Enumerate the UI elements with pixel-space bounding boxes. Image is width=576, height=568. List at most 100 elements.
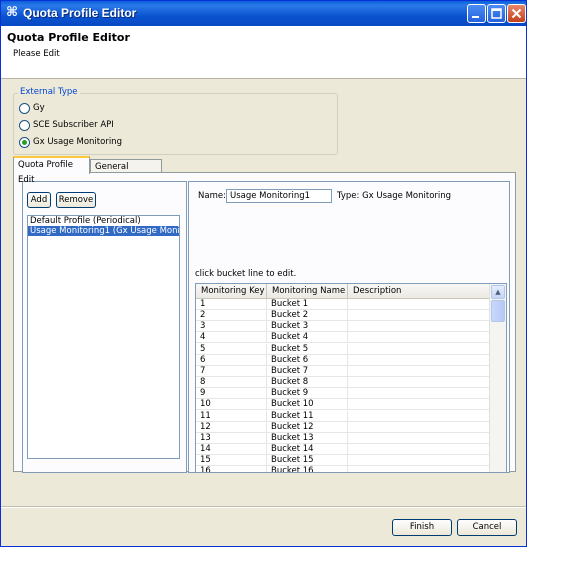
name-input[interactable]: Usage Monitoring1 bbox=[226, 189, 332, 203]
cell-description bbox=[348, 410, 491, 422]
table-row[interactable]: 10 Bucket 10 bbox=[196, 399, 491, 411]
cell-description bbox=[348, 377, 491, 389]
cell-monitoring-name: Bucket 5 bbox=[267, 343, 348, 355]
cell-monitoring-key: 16 bbox=[196, 466, 267, 472]
table-row[interactable]: 8 Bucket 8 bbox=[196, 377, 491, 389]
cell-description bbox=[348, 443, 491, 455]
cell-monitoring-name: Bucket 7 bbox=[267, 365, 348, 377]
header-title: Quota Profile Editor bbox=[7, 31, 130, 44]
cell-monitoring-name: Bucket 2 bbox=[267, 310, 348, 322]
profiles-panel: Add Remove Default Profile (Periodical) … bbox=[22, 181, 187, 473]
cell-description bbox=[348, 354, 491, 366]
radio-sce-subscriber-api[interactable]: SCE Subscriber API bbox=[19, 119, 114, 131]
cell-monitoring-name: Bucket 1 bbox=[267, 299, 348, 310]
profile-editor-panel: Name: Usage Monitoring1 Type: Gx Usage M… bbox=[188, 181, 510, 473]
scroll-thumb[interactable] bbox=[491, 300, 505, 322]
cell-monitoring-key: 1 bbox=[196, 299, 267, 310]
footer-separator bbox=[1, 506, 526, 508]
cell-description bbox=[348, 332, 491, 344]
table-row[interactable]: 13 Bucket 13 bbox=[196, 432, 491, 444]
table-row[interactable]: 12 Bucket 12 bbox=[196, 421, 491, 433]
cell-description bbox=[348, 466, 491, 472]
cell-monitoring-key: 11 bbox=[196, 410, 267, 422]
hint-text: click bucket line to edit. bbox=[195, 269, 297, 279]
radio-circle-icon[interactable] bbox=[19, 102, 30, 114]
radio-gx-usage-monitoring[interactable]: Gx Usage Monitoring bbox=[19, 136, 122, 148]
radio-label: Gx Usage Monitoring bbox=[33, 137, 122, 147]
cancel-button[interactable]: Cancel bbox=[457, 519, 517, 536]
cell-monitoring-name: Bucket 8 bbox=[267, 377, 348, 389]
cell-description bbox=[348, 321, 491, 333]
table-row[interactable]: 16 Bucket 16 bbox=[196, 466, 491, 472]
column-header-description[interactable]: Description bbox=[348, 284, 491, 298]
cell-monitoring-key: 2 bbox=[196, 310, 267, 322]
title-bar[interactable]: ⌘ Quota Profile Editor bbox=[1, 1, 526, 26]
cell-monitoring-key: 8 bbox=[196, 377, 267, 389]
table-row[interactable]: 11 Bucket 11 bbox=[196, 410, 491, 422]
radio-gy[interactable]: Gy bbox=[19, 102, 45, 114]
dialog-header: Quota Profile Editor Please Edit bbox=[1, 26, 526, 79]
cell-monitoring-key: 15 bbox=[196, 455, 267, 467]
minimize-button[interactable] bbox=[467, 4, 486, 23]
column-header-monitoring-name[interactable]: Monitoring Name bbox=[267, 284, 348, 298]
dialog-window: ⌘ Quota Profile Editor Quota Profile Edi… bbox=[0, 0, 527, 547]
close-icon bbox=[511, 8, 522, 19]
window-title: Quota Profile Editor bbox=[23, 6, 137, 20]
close-button[interactable] bbox=[507, 4, 526, 23]
radio-label: SCE Subscriber API bbox=[33, 120, 114, 130]
list-item[interactable]: Default Profile (Periodical) bbox=[28, 216, 179, 226]
table-row[interactable]: 2 Bucket 2 bbox=[196, 310, 491, 322]
cell-monitoring-key: 7 bbox=[196, 365, 267, 377]
table-header: Monitoring Key Monitoring Name Descripti… bbox=[196, 284, 491, 299]
cell-monitoring-name: Bucket 4 bbox=[267, 332, 348, 344]
table-row[interactable]: 1 Bucket 1 bbox=[196, 299, 491, 310]
name-label: Name: bbox=[198, 191, 226, 201]
remove-button[interactable]: Remove bbox=[56, 192, 96, 208]
cell-monitoring-key: 5 bbox=[196, 343, 267, 355]
cell-monitoring-name: Bucket 13 bbox=[267, 432, 348, 444]
header-subtitle: Please Edit bbox=[13, 49, 60, 59]
table-row[interactable]: 4 Bucket 4 bbox=[196, 332, 491, 344]
table-row[interactable]: 3 Bucket 3 bbox=[196, 321, 491, 333]
column-header-monitoring-key[interactable]: Monitoring Key bbox=[196, 284, 267, 298]
table-row[interactable]: 15 Bucket 15 bbox=[196, 455, 491, 467]
maximize-button[interactable] bbox=[487, 4, 506, 23]
radio-circle-icon[interactable] bbox=[19, 136, 30, 148]
table-row[interactable]: 6 Bucket 6 bbox=[196, 354, 491, 366]
cell-monitoring-key: 9 bbox=[196, 388, 267, 400]
minimize-icon bbox=[472, 16, 479, 18]
list-item[interactable]: Usage Monitoring1 (Gx Usage Monitoring) bbox=[28, 226, 179, 236]
external-type-group: External Type Gy SCE Subscriber API Gx U… bbox=[13, 87, 338, 155]
table-row[interactable]: 7 Bucket 7 bbox=[196, 365, 491, 377]
type-text: Type: Gx Usage Monitoring bbox=[337, 191, 452, 201]
profile-list[interactable]: Default Profile (Periodical) Usage Monit… bbox=[27, 215, 180, 459]
finish-button[interactable]: Finish bbox=[392, 519, 452, 536]
cell-description bbox=[348, 421, 491, 433]
cell-monitoring-key: 10 bbox=[196, 399, 267, 411]
tab-quota-profile-edit[interactable]: Quota Profile Edit bbox=[13, 156, 90, 185]
vertical-scrollbar[interactable]: ▲ bbox=[489, 284, 506, 472]
bucket-table[interactable]: Monitoring Key Monitoring Name Descripti… bbox=[195, 283, 507, 473]
radio-circle-icon[interactable] bbox=[19, 119, 30, 131]
maximize-icon bbox=[491, 8, 502, 19]
scroll-up-icon[interactable]: ▲ bbox=[491, 285, 505, 299]
cell-description bbox=[348, 365, 491, 377]
cell-monitoring-name: Bucket 14 bbox=[267, 443, 348, 455]
cell-description bbox=[348, 432, 491, 444]
radio-label: Gy bbox=[33, 103, 45, 113]
cell-monitoring-key: 3 bbox=[196, 321, 267, 333]
cell-description bbox=[348, 299, 491, 310]
cell-monitoring-name: Bucket 6 bbox=[267, 354, 348, 366]
cell-monitoring-name: Bucket 3 bbox=[267, 321, 348, 333]
cell-description bbox=[348, 310, 491, 322]
add-button[interactable]: Add bbox=[27, 192, 51, 208]
cell-description bbox=[348, 455, 491, 467]
cell-monitoring-name: Bucket 11 bbox=[267, 410, 348, 422]
table-row[interactable]: 14 Bucket 14 bbox=[196, 443, 491, 455]
tab-panel: Add Remove Default Profile (Periodical) … bbox=[13, 172, 516, 473]
cell-monitoring-name: Bucket 12 bbox=[267, 421, 348, 433]
table-row[interactable]: 9 Bucket 9 bbox=[196, 388, 491, 400]
table-row[interactable]: 5 Bucket 5 bbox=[196, 343, 491, 355]
cell-monitoring-name: Bucket 15 bbox=[267, 455, 348, 467]
cell-description bbox=[348, 343, 491, 355]
